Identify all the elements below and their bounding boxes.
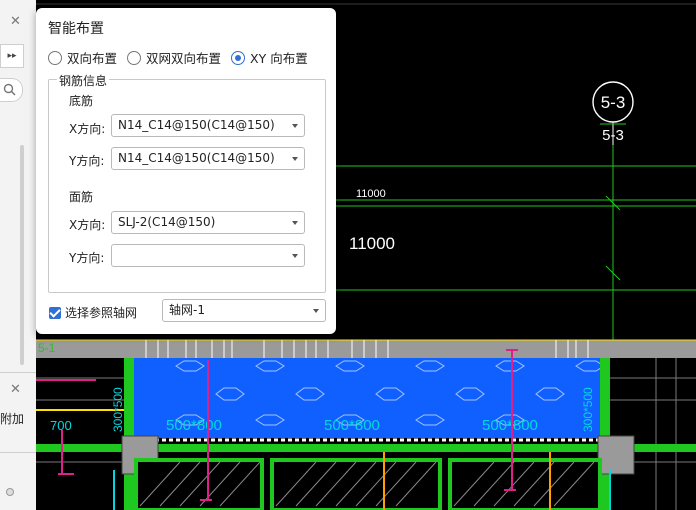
radio-label: 双向布置	[67, 51, 118, 66]
group-title: 钢筋信息	[57, 72, 110, 89]
dimension-text-large: 11000	[349, 234, 395, 253]
bottom-y-label: Y方向:	[69, 154, 105, 168]
smart-layout-dialog: 智能布置 双向布置 双网双向布置 XY 向布置 钢筋信息 底筋 X方向: N14…	[36, 8, 336, 334]
select-value: N14_C14@150(C14@150)	[118, 151, 275, 165]
divider	[0, 372, 36, 373]
close-icon[interactable]: ✕	[10, 382, 21, 397]
expand-button[interactable]: ▸▸	[0, 44, 24, 68]
divider	[0, 452, 36, 453]
chevron-down-icon	[292, 157, 298, 161]
bottom-rebar-label: 底筋	[69, 94, 94, 108]
radio-bidirectional[interactable]: 双向布置	[48, 48, 117, 67]
reference-axis-checkbox[interactable]: 选择参照轴网	[49, 304, 137, 321]
top-y-label: Y方向:	[69, 251, 105, 265]
checkbox-checked-icon[interactable]	[49, 306, 61, 319]
vertical-label: 300*500	[111, 387, 125, 432]
top-x-label: X方向:	[69, 218, 106, 232]
beam-label: 500*800	[324, 417, 380, 434]
axis-grid-select[interactable]: 轴网-1	[162, 299, 326, 322]
close-icon[interactable]: ✕	[10, 14, 21, 29]
search-button[interactable]	[0, 78, 23, 102]
chevron-down-icon	[292, 124, 298, 128]
axis-tag-label: 5-3	[602, 127, 624, 144]
top-rebar-label: 面筋	[69, 190, 94, 204]
dialog-title: 智能布置	[48, 21, 104, 37]
left-panel: ✕ ▸▸ ✕ 附加	[0, 0, 37, 510]
select-value: 轴网-1	[169, 303, 205, 317]
radio-icon[interactable]	[127, 50, 142, 65]
radio-double-net[interactable]: 双网双向布置	[127, 48, 221, 67]
wall-band	[36, 340, 696, 358]
layout-mode-group: 双向布置 双网双向布置 XY 向布置	[48, 48, 318, 67]
top-x-select[interactable]: SLJ-2(C14@150)	[111, 211, 305, 234]
chevron-down-icon	[292, 254, 298, 258]
vertical-label: 300*500	[581, 387, 595, 432]
column[interactable]	[597, 435, 635, 475]
dimension-700: 700	[50, 418, 72, 433]
axis-bubble-label: 5-3	[601, 93, 626, 112]
attach-label[interactable]: 附加	[0, 410, 24, 427]
expand-icon: ▸▸	[7, 51, 17, 61]
dimension-text-small: 11000	[356, 188, 386, 200]
beam-label: 500*800	[166, 417, 222, 434]
rebar-info-group: 钢筋信息 底筋 X方向: N14_C14@150(C14@150) Y方向: N…	[48, 72, 326, 293]
search-icon	[3, 83, 16, 96]
radio-icon[interactable]	[48, 50, 62, 65]
bottom-x-label: X方向:	[69, 122, 106, 136]
select-value: N14_C14@150(C14@150)	[118, 118, 275, 132]
radio-xy[interactable]: XY 向布置	[231, 48, 308, 67]
radio-checked-icon[interactable]	[231, 50, 246, 65]
radio-label: 双网双向布置	[146, 51, 222, 66]
bottom-y-select[interactable]: N14_C14@150(C14@150)	[111, 147, 305, 170]
chevron-down-icon	[313, 309, 319, 313]
top-y-select[interactable]	[111, 244, 305, 267]
bottom-x-select[interactable]: N14_C14@150(C14@150)	[111, 114, 305, 137]
beam-label: 500*800	[482, 417, 538, 434]
panel-scrollbar[interactable]	[20, 145, 24, 365]
checkbox-label: 选择参照轴网	[65, 306, 138, 320]
axis-edge-label: 5-1	[38, 341, 56, 355]
status-dot	[6, 488, 14, 496]
green-beam	[124, 358, 134, 510]
radio-label: XY 向布置	[250, 51, 308, 66]
chevron-down-icon	[292, 221, 298, 225]
hatched-slab	[134, 458, 602, 510]
select-value: SLJ-2(C14@150)	[118, 215, 216, 229]
